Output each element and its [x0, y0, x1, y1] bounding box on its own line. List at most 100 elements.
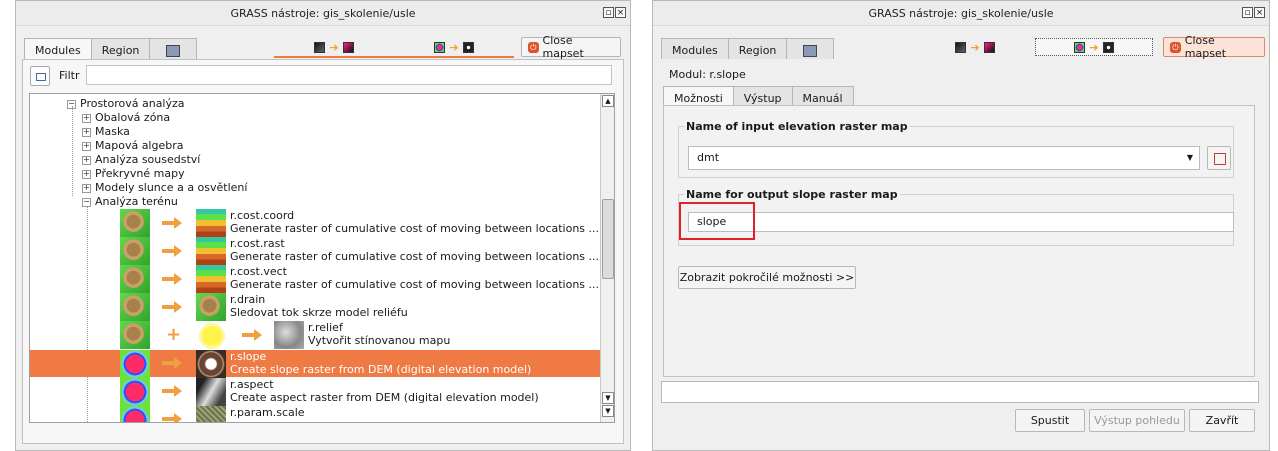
terrain-icon	[120, 293, 150, 321]
slope-raster-icon	[196, 350, 226, 378]
tab-region[interactable]: Region	[90, 38, 151, 61]
close-icon[interactable]: ×	[1254, 7, 1265, 18]
tree-node-label: Analýza sousedství	[95, 153, 201, 166]
right-tab-preview-2[interactable]: ➔	[1035, 38, 1153, 56]
module-item[interactable]: r.drain Sledovat tok skrze model reliéfu	[230, 293, 408, 319]
module-desc: Vytvořit stínovanou mapu	[308, 334, 451, 347]
module-name: r.drain	[230, 293, 266, 306]
filter-icon[interactable]	[30, 66, 50, 86]
arrow-icon	[162, 245, 182, 257]
slope-output-icon	[1102, 41, 1114, 53]
tree-node[interactable]: + Obalová zóna	[82, 111, 170, 124]
tree-scrollbar[interactable]: ▲ ▼ ▼	[600, 94, 614, 422]
close-mapset-button[interactable]: ⏻ Close mapset	[1163, 34, 1265, 60]
module-item[interactable]: r.cost.vect Generate raster of cumulative…	[230, 265, 599, 291]
select-region-icon[interactable]	[1207, 146, 1231, 170]
status-field[interactable]	[661, 381, 1259, 403]
module-tree[interactable]: − Prostorová analýza + Obalová zóna + Maska…	[29, 93, 615, 423]
tree-node-label: Prostorová analýza	[80, 97, 185, 110]
left-tab-preview-2[interactable]: ➔	[394, 38, 514, 58]
module-item[interactable]: r.relief Vytvořit stínovanou mapu	[308, 321, 450, 347]
tree-node-label: Analýza terénu	[95, 195, 178, 208]
run-button[interactable]: Spustit	[1015, 409, 1085, 432]
arrow-icon	[162, 413, 182, 422]
module-name: r.slope	[230, 350, 267, 363]
arrow-icon	[162, 357, 182, 369]
scroll-end-icon[interactable]: ▼	[602, 405, 614, 417]
right-tab-preview-1[interactable]: ➔	[915, 38, 1035, 56]
close-button[interactable]: Zavřít	[1189, 409, 1255, 432]
module-desc: Create aspect raster from DEM (digital e…	[230, 391, 539, 404]
input-map-select[interactable]: dmt ▼	[688, 146, 1200, 170]
tab-modules[interactable]: Modules	[24, 38, 92, 61]
left-window-title: GRASS nástroje: gis_skolenie/usle	[226, 7, 420, 20]
elevation-icon	[120, 378, 150, 406]
tree-node[interactable]: + Analýza sousedství	[82, 153, 200, 166]
right-title-bar: GRASS nástroje: gis_skolenie/usle ▫ ×	[653, 1, 1269, 26]
tab-region[interactable]: Region	[727, 38, 788, 61]
float-icon[interactable]: ▫	[603, 7, 614, 18]
arrow-icon	[162, 385, 182, 397]
module-name: r.aspect	[230, 378, 274, 391]
tree-node-label: Modely slunce a a osvětlení	[95, 181, 248, 194]
right-grass-tools-window: GRASS nástroje: gis_skolenie/usle ▫ × Mo…	[652, 0, 1270, 451]
input-map-label: Name of input elevation raster map	[684, 120, 910, 133]
chevron-down-icon: ▼	[1186, 153, 1193, 162]
tree-node[interactable]: + Modely slunce a a osvětlení	[82, 181, 247, 194]
arrow-icon: ➔	[1089, 40, 1099, 54]
output-map-label: Name for output slope raster map	[684, 188, 900, 201]
terrain-icon	[120, 209, 150, 237]
aspect-raster-icon	[196, 378, 226, 406]
plus-icon: +	[166, 324, 182, 345]
module-name: r.cost.rast	[230, 237, 285, 250]
float-icon[interactable]: ▫	[1242, 7, 1253, 18]
dark-raster-icon	[955, 41, 967, 53]
slope-input-icon	[1074, 41, 1086, 53]
module-desc: Create slope raster from DEM (digital el…	[230, 363, 532, 376]
view-output-button[interactable]: Výstup pohledu	[1089, 409, 1185, 432]
module-label: Modul: r.slope	[669, 68, 746, 81]
tree-guide-line	[87, 206, 88, 422]
elevation-icon	[120, 350, 150, 378]
left-tab-preview-1[interactable]: ➔	[274, 38, 394, 58]
close-icon[interactable]: ×	[615, 7, 626, 18]
right-module-pane: Modul: r.slope Možnosti Výstup Manuál Na…	[659, 59, 1263, 444]
module-name: r.param.scale	[230, 406, 305, 419]
tree-node[interactable]: + Mapová algebra	[82, 139, 183, 152]
sun-icon	[202, 326, 222, 346]
tree-node[interactable]: + Maska	[82, 125, 130, 138]
module-name: r.cost.vect	[230, 265, 287, 278]
module-item[interactable]: r.param.scale	[230, 406, 305, 419]
tree-node-terrain[interactable]: − Analýza terénu	[82, 195, 178, 208]
tab-options-icon[interactable]	[786, 38, 835, 61]
module-item[interactable]: r.cost.coord Generate raster of cumulativ…	[230, 209, 599, 235]
pink-raster-icon	[983, 41, 995, 53]
left-grass-tools-window: GRASS nástroje: gis_skolenie/usle ▫ × Mo…	[15, 0, 631, 451]
cost-raster-icon	[196, 237, 226, 265]
scroll-up-icon[interactable]: ▲	[602, 95, 614, 107]
cost-raster-icon	[196, 265, 226, 293]
tab-modules[interactable]: Modules	[661, 38, 729, 61]
scroll-thumb[interactable]	[602, 199, 614, 279]
module-item[interactable]: r.aspect Create aspect raster from DEM (d…	[230, 378, 539, 404]
module-item[interactable]: r.cost.rast Generate raster of cumulative…	[230, 237, 599, 263]
module-item-selected[interactable]: r.slope Create slope raster from DEM (dig…	[230, 350, 531, 376]
filter-input[interactable]	[86, 65, 612, 85]
module-desc: Generate raster of cumulative cost of mo…	[230, 250, 600, 263]
left-title-bar: GRASS nástroje: gis_skolenie/usle ▫ ×	[16, 1, 630, 26]
tree-node-label: Maska	[95, 125, 130, 138]
scroll-down-icon[interactable]: ▼	[602, 392, 614, 404]
tab-options-icon[interactable]	[149, 38, 198, 61]
advanced-options-button[interactable]: Zobrazit pokročilé možnosti >>	[678, 266, 856, 289]
output-map-field[interactable]: slope	[688, 212, 1234, 232]
tree-guide-line	[72, 106, 73, 196]
tree-node[interactable]: + Překryvné mapy	[82, 167, 185, 180]
arrow-icon	[242, 329, 262, 341]
arrow-icon: ➔	[329, 40, 339, 54]
tree-node-root[interactable]: − Prostorová analýza	[67, 97, 185, 110]
options-area: Name of input elevation raster map dmt ▼…	[663, 105, 1255, 377]
terrain-icon	[120, 265, 150, 293]
close-mapset-label: Close mapset	[1184, 34, 1227, 60]
slope-input-icon	[434, 41, 446, 53]
close-mapset-button[interactable]: ⏻ Close mapset	[521, 34, 621, 60]
